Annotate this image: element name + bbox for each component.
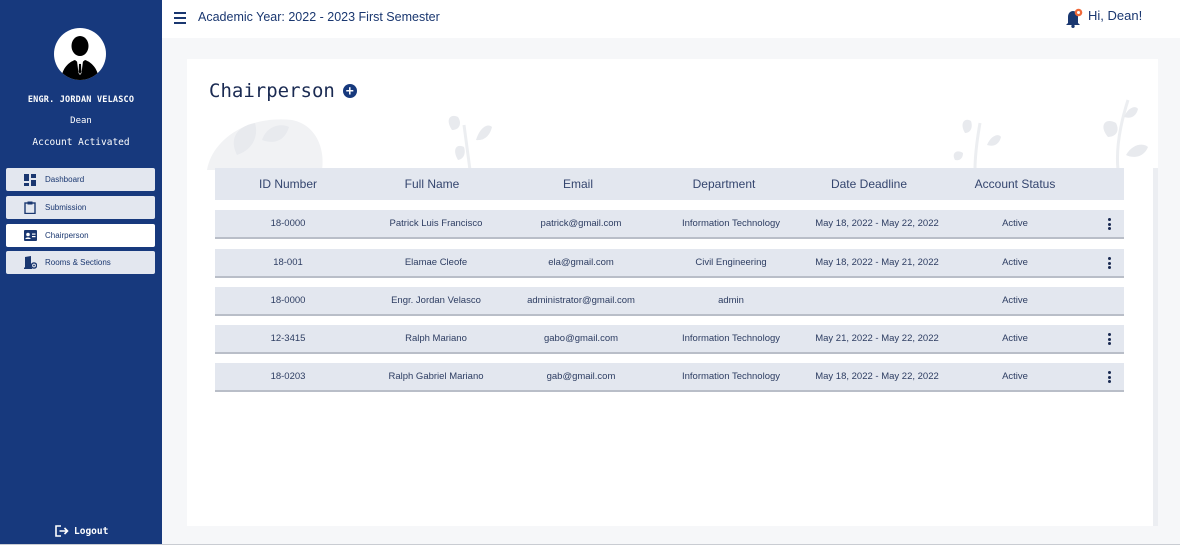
cell-id: 12-3415 [270, 333, 306, 344]
nav-item-rooms-sections[interactable]: Rooms & Sections [6, 251, 155, 274]
column-header-id[interactable]: ID Number [215, 168, 361, 200]
cell-account-status: Active [1002, 218, 1028, 229]
room-settings-icon [23, 256, 37, 270]
cell-id: 18-001 [273, 257, 303, 268]
user-greeting[interactable]: Hi, Dean! [1088, 8, 1142, 23]
user-name: ENGR. JORDAN VELASCO [27, 95, 135, 105]
cell-email: gabo@gmail.com [543, 333, 619, 344]
cell-account-status: Active [1002, 371, 1028, 382]
page-title-text: Chairperson [209, 80, 335, 102]
table-row: 12-3415 Ralph Mariano gabo@gmail.com Inf… [215, 325, 1124, 354]
cell-date-deadline [803, 287, 951, 314]
logout-button[interactable]: Logout [55, 524, 108, 538]
leaf-decoration [953, 119, 1001, 170]
cell-date-deadline: May 18, 2022 - May 22, 2022 [815, 218, 939, 229]
column-header-email[interactable]: Email [503, 168, 653, 200]
column-header-date-deadline[interactable]: Date Deadline [795, 168, 943, 200]
row-menu-icon[interactable] [1104, 217, 1114, 231]
cell-name: Patrick Luis Francisco [389, 218, 483, 229]
notification-bell-icon[interactable] [1065, 8, 1083, 28]
academic-year-label: Academic Year: 2022 - 2023 First Semeste… [198, 10, 440, 24]
logout-icon [55, 524, 69, 538]
row-menu-icon[interactable] [1104, 256, 1114, 270]
cell-email: ela@gmail.com [548, 257, 614, 268]
leaf-decoration [448, 115, 492, 170]
scrollbar[interactable] [1153, 168, 1158, 526]
page-title: Chairperson + [209, 80, 357, 102]
cell-department: Information Technology [681, 371, 781, 382]
column-header-account-status[interactable]: Account Status [943, 168, 1087, 200]
cell-date-deadline: May 18, 2022 - May 22, 2022 [815, 371, 939, 382]
row-menu-icon[interactable] [1104, 332, 1114, 346]
cell-name: Elamae Cleofe [404, 257, 468, 268]
table-row: 18-0000 Engr. Jordan Velasco administrat… [215, 287, 1124, 316]
cell-name: Engr. Jordan Velasco [391, 295, 481, 306]
cell-department: Information Technology [681, 218, 781, 229]
cell-account-status: Active [1002, 295, 1028, 306]
user-role: Dean [70, 116, 92, 126]
cell-date-deadline: May 21, 2022 - May 22, 2022 [815, 333, 939, 344]
dashboard-icon [23, 173, 37, 187]
contact-card-icon [23, 229, 37, 243]
add-chairperson-icon[interactable]: + [342, 84, 357, 98]
account-status: Account Activated [32, 137, 130, 148]
leaf-decoration [207, 119, 323, 170]
cell-department: admin [718, 295, 744, 306]
logout-label: Logout [74, 525, 109, 537]
hamburger-menu-icon[interactable] [174, 12, 186, 24]
row-menu-icon[interactable] [1104, 370, 1114, 384]
clipboard-icon [23, 201, 37, 215]
nav-item-chairperson[interactable]: Chairperson [6, 224, 155, 247]
table-header: ID Number Full Name Email Department Dat… [215, 168, 1124, 200]
cell-email: administrator@gmail.com [527, 295, 635, 306]
nav-item-submission[interactable]: Submission [6, 196, 155, 219]
nav-item-label: Chairperson [45, 231, 89, 240]
cell-id: 18-0000 [270, 295, 306, 306]
avatar [54, 28, 106, 80]
column-header-name[interactable]: Full Name [361, 168, 503, 200]
cell-date-deadline: May 18, 2022 - May 21, 2022 [815, 257, 939, 268]
cell-id: 18-0000 [270, 218, 306, 229]
cell-department: Civil Engineering [695, 257, 767, 268]
cell-department: Information Technology [681, 333, 781, 344]
cell-account-status: Active [1002, 333, 1028, 344]
table-row: 18-0203 Ralph Gabriel Mariano gab@gmail.… [215, 363, 1124, 392]
table-row: 18-0000 Patrick Luis Francisco patrick@g… [215, 210, 1124, 239]
cell-email: patrick@gmail.com [540, 218, 622, 229]
column-header-department[interactable]: Department [651, 168, 797, 200]
cell-name: Ralph Mariano [405, 333, 467, 344]
sidebar: ENGR. JORDAN VELASCO Dean Account Activa… [0, 0, 162, 545]
cell-id: 18-0203 [270, 371, 306, 382]
user-silhouette-icon [61, 36, 99, 80]
cell-name: Ralph Gabriel Mariano [388, 371, 484, 382]
top-bar: Academic Year: 2022 - 2023 First Semeste… [162, 0, 1180, 38]
nav-item-label: Rooms & Sections [45, 258, 111, 267]
nav-item-label: Dashboard [45, 175, 85, 184]
cell-email: gab@gmail.com [546, 371, 616, 382]
cell-account-status: Active [1002, 257, 1028, 268]
nav-item-dashboard[interactable]: Dashboard [6, 168, 155, 191]
table-row: 18-001 Elamae Cleofe ela@gmail.com Civil… [215, 249, 1124, 278]
leaf-decoration [1103, 99, 1148, 170]
nav-item-label: Submission [45, 203, 87, 212]
